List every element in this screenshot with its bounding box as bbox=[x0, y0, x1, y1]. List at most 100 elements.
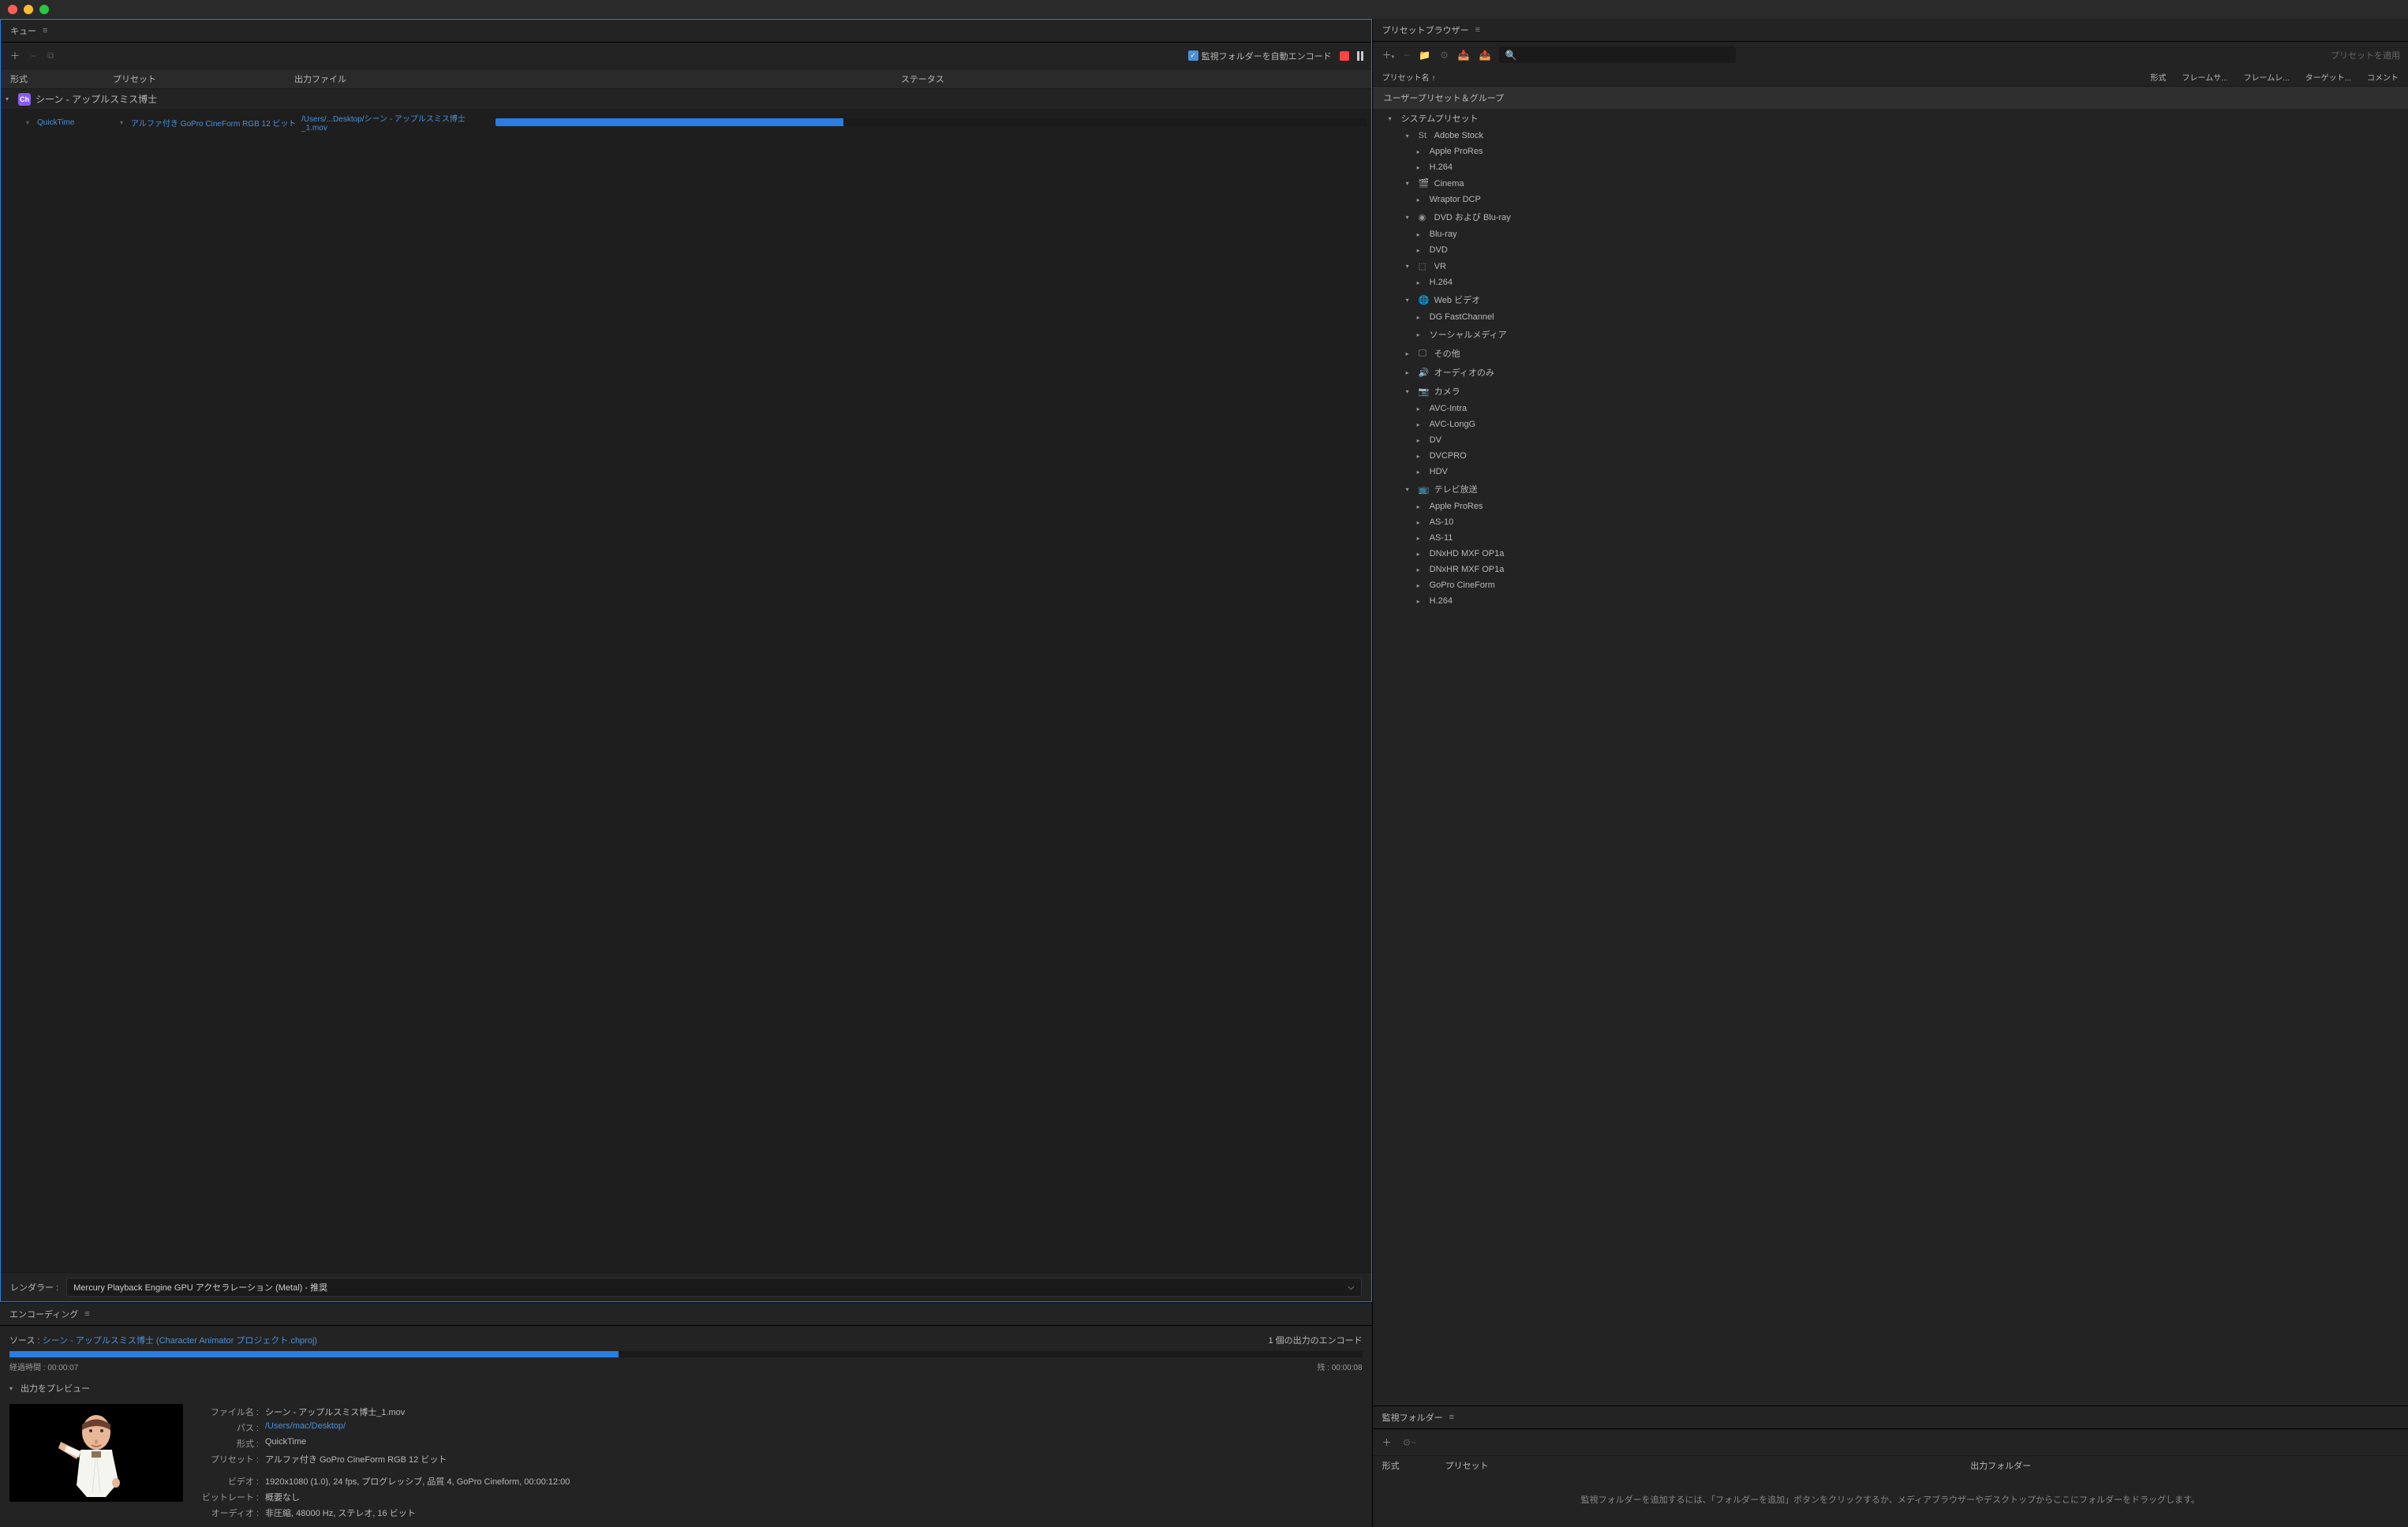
preset-category[interactable]: ▾StAdobe Stock bbox=[1373, 128, 2408, 144]
duplicate-button[interactable]: ⧉ bbox=[46, 48, 56, 63]
preset-category[interactable]: ▾🎬Cinema bbox=[1373, 175, 2408, 192]
category-icon: St bbox=[1419, 131, 1430, 140]
collapse-icon[interactable]: ▾ bbox=[6, 95, 13, 103]
chevron-icon: ▾ bbox=[1406, 214, 1414, 221]
preset-browser-menu-icon[interactable]: ≡ bbox=[1475, 25, 1480, 35]
preset-value: アルファ付き GoPro CineForm RGB 12 ビット bbox=[265, 1453, 447, 1465]
export-preset-button[interactable]: 📤 bbox=[1478, 48, 1493, 62]
preset-label: DNxHD MXF OP1a bbox=[1430, 549, 1505, 558]
preset-item[interactable]: ▸Apple ProRes bbox=[1373, 498, 2408, 514]
preset-search-input[interactable]: 🔍 bbox=[1499, 47, 1736, 63]
preset-item[interactable]: ▸DV bbox=[1373, 432, 2408, 448]
path-value[interactable]: /Users/mac/Desktop/ bbox=[265, 1421, 346, 1434]
preset-item[interactable]: ▸Apple ProRes bbox=[1373, 144, 2408, 159]
queue-panel-menu-icon[interactable]: ≡ bbox=[43, 26, 47, 35]
queue-panel-title: キュー bbox=[10, 24, 36, 37]
category-label: Web ビデオ bbox=[1434, 293, 1480, 306]
add-watch-folder-button[interactable]: ＋ bbox=[1381, 1434, 1393, 1450]
close-window-button[interactable] bbox=[8, 5, 17, 14]
add-source-button[interactable]: ＋ bbox=[9, 47, 21, 64]
preset-category[interactable]: ▾📷カメラ bbox=[1373, 382, 2408, 401]
preset-item[interactable]: ▸ DG FastChannel bbox=[1373, 309, 2408, 325]
preset-item[interactable]: ▸AVC-LongG bbox=[1373, 416, 2408, 432]
preset-item[interactable]: ▸H.264 bbox=[1373, 274, 2408, 290]
filename-label: ファイル名 : bbox=[196, 1406, 259, 1418]
auto-encode-checkbox[interactable]: ✓ 監視フォルダーを自動エンコード bbox=[1188, 50, 1332, 62]
category-label: DVD および Blu-ray bbox=[1434, 211, 1511, 223]
queue-column-header: 形式 プリセット 出力ファイル ステータス bbox=[1, 69, 1371, 89]
character-animator-badge: Ch bbox=[18, 93, 31, 106]
source-link[interactable]: シーン - アップルスミス博士 (Character Animator プロジェ… bbox=[43, 1336, 317, 1346]
preset-item[interactable]: ▸ソーシャルメディア bbox=[1373, 325, 2408, 344]
stop-button[interactable] bbox=[1340, 51, 1349, 61]
remove-source-button[interactable]: − bbox=[29, 49, 38, 63]
preset-item[interactable]: ▸Wraptor DCP bbox=[1373, 192, 2408, 207]
preset-settings-button[interactable]: ⚙ bbox=[1438, 48, 1450, 62]
queue-item-header[interactable]: ▾ Ch シーン - アップルスミス博士 bbox=[1, 89, 1371, 109]
watch-column-header: 形式 プリセット 出力フォルダー bbox=[1373, 1456, 2408, 1475]
preset-category[interactable]: ▾⬚VR bbox=[1373, 258, 2408, 274]
collapse-icon: ▾ bbox=[9, 1385, 17, 1392]
preset-item[interactable]: ▸Blu-ray bbox=[1373, 226, 2408, 242]
category-icon: 🎬 bbox=[1419, 178, 1430, 189]
import-preset-button[interactable]: 📥 bbox=[1456, 48, 1471, 62]
watch-panel-menu-icon[interactable]: ≡ bbox=[1449, 1413, 1454, 1422]
preset-name-col[interactable]: プリセット名 ↑ bbox=[1382, 71, 1436, 83]
category-label: カメラ bbox=[1434, 385, 1460, 398]
preset-label: DV bbox=[1430, 435, 1441, 445]
output-path-link[interactable]: /Users/...Desktop/シーン - アップルスミス博士_1.mov bbox=[301, 112, 483, 133]
encoding-panel: エンコーディング ≡ ソース : シーン - アップルスミス博士 (Charac… bbox=[0, 1302, 1372, 1527]
preset-item[interactable]: ▸DNxHD MXF OP1a bbox=[1373, 546, 2408, 562]
chevron-right-icon: ▸ bbox=[1417, 314, 1425, 321]
chevron-down-icon: ⌵ bbox=[1348, 1282, 1354, 1293]
system-presets-group[interactable]: ▾システムプリセット bbox=[1373, 109, 2408, 128]
chevron-icon: ▸ bbox=[1406, 369, 1414, 376]
minimize-window-button[interactable] bbox=[24, 5, 33, 14]
pause-button[interactable] bbox=[1357, 51, 1363, 61]
preset-category[interactable]: ▾📺テレビ放送 bbox=[1373, 480, 2408, 498]
preset-item[interactable]: ▸AVC-Intra bbox=[1373, 401, 2408, 416]
preset-item[interactable]: ▸AS-10 bbox=[1373, 514, 2408, 530]
preset-item[interactable]: ▸DNxHR MXF OP1a bbox=[1373, 562, 2408, 577]
preset-category[interactable]: ▾🌐Web ビデオ bbox=[1373, 290, 2408, 309]
preset-label: DG FastChannel bbox=[1430, 312, 1494, 322]
check-icon: ✓ bbox=[1188, 50, 1198, 61]
preset-label: H.264 bbox=[1430, 278, 1453, 287]
preset-item[interactable]: ▸GoPro CineForm bbox=[1373, 577, 2408, 593]
add-preset-button[interactable]: ＋▾ bbox=[1381, 47, 1397, 63]
chevron-down-icon: ▾ bbox=[1389, 115, 1397, 122]
preview-header[interactable]: ▾ 出力をプレビュー bbox=[0, 1379, 1372, 1398]
maximize-window-button[interactable] bbox=[39, 5, 49, 14]
preset-label: H.264 bbox=[1430, 596, 1453, 606]
encoding-panel-menu-icon[interactable]: ≡ bbox=[84, 1309, 89, 1319]
new-group-button[interactable]: 📁 bbox=[1417, 48, 1432, 62]
preset-label: DNxHR MXF OP1a bbox=[1430, 565, 1505, 574]
chevron-down-icon[interactable]: ▾ bbox=[23, 119, 32, 126]
preset-item[interactable]: ▸AS-11 bbox=[1373, 530, 2408, 546]
preset-item[interactable]: ▸H.264 bbox=[1373, 593, 2408, 609]
preset-category[interactable]: ▸🔊オーディオのみ bbox=[1373, 363, 2408, 382]
remove-watch-folder-button[interactable]: ⚙− bbox=[1401, 1436, 1419, 1450]
remove-preset-button[interactable]: − bbox=[1402, 48, 1411, 62]
category-label: Cinema bbox=[1434, 179, 1464, 189]
preset-item[interactable]: ▸DVCPRO bbox=[1373, 448, 2408, 464]
encoding-progress-bar bbox=[9, 1351, 1363, 1357]
preset-item[interactable]: ▸HDV bbox=[1373, 464, 2408, 480]
user-presets-group[interactable]: ユーザープリセット＆グループ bbox=[1373, 87, 2408, 109]
watch-panel-title: 監視フォルダー bbox=[1382, 1411, 1443, 1424]
preset-item[interactable]: ▸DVD bbox=[1373, 242, 2408, 258]
preset-category[interactable]: ▾◉DVD および Blu-ray bbox=[1373, 207, 2408, 226]
preset-label: Apple ProRes bbox=[1430, 502, 1483, 511]
preset-category[interactable]: ▸🖵その他 bbox=[1373, 344, 2408, 363]
category-icon: 🖵 bbox=[1419, 349, 1430, 359]
format-dropdown[interactable]: QuickTime bbox=[37, 118, 112, 127]
preset-item[interactable]: ▸H.264 bbox=[1373, 159, 2408, 175]
category-label: Adobe Stock bbox=[1434, 131, 1483, 140]
chevron-right-icon: ▸ bbox=[1417, 405, 1425, 413]
filename-value: シーン - アップルスミス博士_1.mov bbox=[265, 1406, 405, 1418]
chevron-down-icon[interactable]: ▾ bbox=[117, 119, 126, 126]
apply-preset-button[interactable]: プリセットを適用 bbox=[2331, 49, 2400, 62]
renderer-dropdown[interactable]: Mercury Playback Engine GPU アクセラレーション (M… bbox=[66, 1278, 1362, 1297]
preset-dropdown[interactable]: アルファ付き GoPro CineForm RGB 12 ビット bbox=[131, 117, 297, 129]
queue-output-row[interactable]: ▾ QuickTime ▾ アルファ付き GoPro CineForm RGB … bbox=[1, 109, 1371, 136]
